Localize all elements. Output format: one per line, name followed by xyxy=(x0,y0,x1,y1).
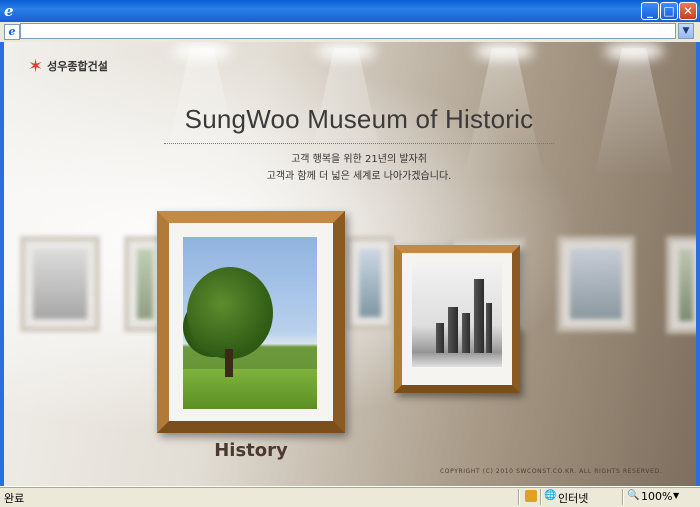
subtitle-line-2: 고객과 함께 더 넓은 세계로 나아가겠습니다. xyxy=(266,171,452,182)
page-icon: e xyxy=(4,24,20,40)
gallery-frame-blurred[interactable] xyxy=(666,236,696,334)
company-logo[interactable]: ✶ 성우종합건설 xyxy=(28,55,108,77)
logo-text: 성우종합건설 xyxy=(47,60,108,73)
light-beam xyxy=(594,48,674,178)
gallery-frame-buildings[interactable] xyxy=(394,245,520,393)
star-logo-icon: ✶ xyxy=(28,55,44,77)
status-separator xyxy=(540,489,542,505)
status-separator xyxy=(622,489,624,505)
title-divider xyxy=(164,143,554,144)
chevron-down-icon: ▼ xyxy=(682,26,690,36)
page-content: ✶ 성우종합건설 SungWoo Museum of Historic 고객 행… xyxy=(4,42,696,486)
tree-photo xyxy=(183,237,317,409)
status-bar: 완료 🌐 인터넷 🔍 100% ▼ xyxy=(0,486,700,507)
gallery-frame-history[interactable] xyxy=(157,211,345,433)
address-bar: e ▼ xyxy=(0,22,700,43)
ie-logo-icon: e xyxy=(4,2,14,20)
shield-icon[interactable] xyxy=(525,490,537,502)
maximize-icon: □ xyxy=(663,4,675,18)
browser-title-bar: e _ □ ✕ xyxy=(0,0,700,23)
gallery-frame-blurred[interactable] xyxy=(20,236,100,332)
window-right-border xyxy=(696,42,700,486)
status-separator xyxy=(518,489,520,505)
minimize-button[interactable]: _ xyxy=(641,2,659,20)
buildings-photo xyxy=(412,263,502,367)
globe-icon: 🌐 xyxy=(544,490,557,501)
maximize-button[interactable]: □ xyxy=(660,2,678,20)
gallery-frame-blurred[interactable] xyxy=(557,236,635,332)
gallery-frame-blurred[interactable] xyxy=(346,236,394,330)
copyright-text: COPYRIGHT (C) 2010 SWCONST.CO.KR. ALL RI… xyxy=(440,468,663,475)
close-button[interactable]: ✕ xyxy=(679,2,697,20)
security-zone[interactable]: 인터넷 xyxy=(558,490,588,506)
close-icon: ✕ xyxy=(682,4,694,18)
subtitle-line-1: 고객 행복을 위한 21년의 발자취 xyxy=(291,154,427,165)
page-title: SungWoo Museum of Historic xyxy=(184,104,534,134)
address-input[interactable] xyxy=(20,23,676,39)
zoom-level[interactable]: 100% xyxy=(641,490,672,503)
magnifier-icon: 🔍 xyxy=(627,490,640,501)
address-dropdown-button[interactable]: ▼ xyxy=(678,23,694,39)
chevron-down-icon[interactable]: ▼ xyxy=(673,491,679,500)
status-text: 완료 xyxy=(4,492,25,505)
minimize-icon: _ xyxy=(647,4,653,18)
history-label[interactable]: History xyxy=(157,440,345,461)
